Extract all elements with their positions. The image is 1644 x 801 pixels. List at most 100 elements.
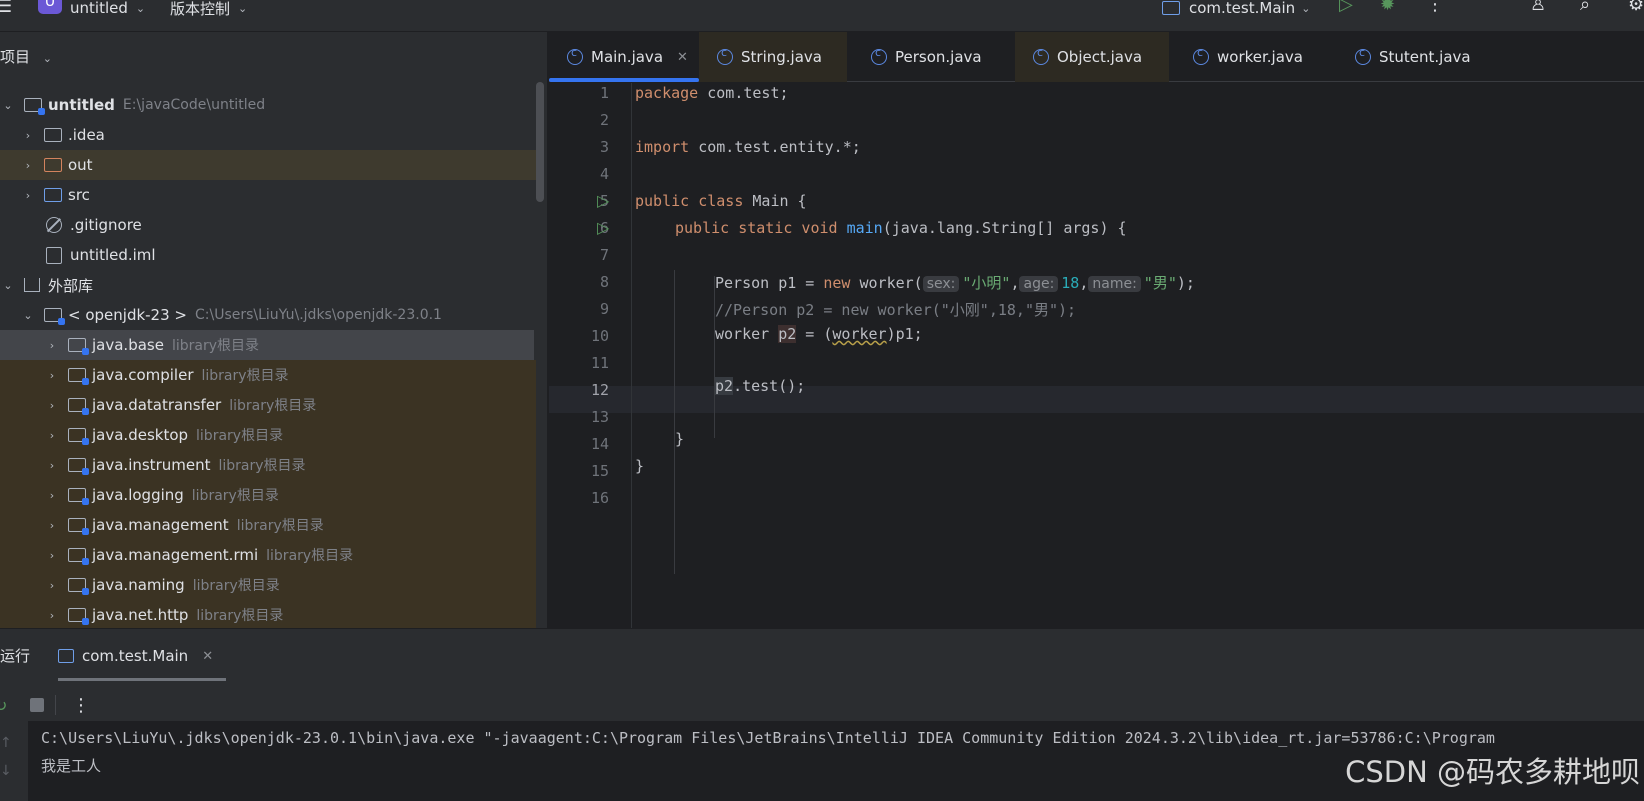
folder-icon xyxy=(44,158,62,172)
main-menu-icon[interactable]: ☰ xyxy=(0,0,12,17)
tree-item-java-datatransfer[interactable]: › java.datatransfer library根目录 xyxy=(0,390,536,420)
line-number: 8 xyxy=(599,273,609,291)
tree-item-java-compiler[interactable]: › java.compiler library根目录 xyxy=(0,360,536,390)
arrow-down-icon[interactable]: ↓ xyxy=(0,757,12,785)
file-icon xyxy=(46,246,62,264)
tree-item-path: C:\Users\LiuYu\.jdks\openjdk-23.0.1 xyxy=(194,307,442,323)
chevron-right-icon: › xyxy=(49,368,55,382)
class-icon xyxy=(567,46,583,65)
tree-item-out[interactable]: › out xyxy=(0,150,536,180)
code-line-14[interactable]: } xyxy=(675,430,684,448)
tree-item-java-instrument[interactable]: › java.instrument library根目录 xyxy=(0,450,536,480)
chevron-down-icon: ⌄ xyxy=(1301,1,1311,15)
project-badge[interactable]: U xyxy=(38,0,62,14)
code-line-6[interactable]: public static void main(java.lang.String… xyxy=(675,219,1127,237)
library-folder-icon xyxy=(68,398,89,415)
code-line-9[interactable]: //Person p2 = new worker("小刚",18,"男"); xyxy=(715,299,1076,320)
method-name: main xyxy=(846,219,883,237)
tab-label: String.java xyxy=(741,48,822,66)
vcs-dropdown[interactable]: 版本控制 ⌄ xyxy=(170,0,247,18)
run-icon[interactable]: ▷ xyxy=(1339,0,1353,15)
run-gutter-icon[interactable]: ▷ xyxy=(597,218,609,237)
library-icon xyxy=(24,278,40,292)
project-name-dropdown[interactable]: untitled ⌄ xyxy=(70,0,145,17)
chevron-right-icon: › xyxy=(25,158,31,172)
tab-label: Object.java xyxy=(1057,48,1143,66)
line-number: 1 xyxy=(599,84,609,102)
tree-item-jdk[interactable]: ⌄ < openjdk-23 > C:\Users\LiuYu\.jdks\op… xyxy=(0,300,536,330)
tab-string-java[interactable]: String.java xyxy=(699,32,847,82)
stop-icon[interactable] xyxy=(30,698,44,712)
folder-icon xyxy=(44,188,62,202)
code-text: com.test; xyxy=(698,84,789,102)
tab-stutent-java[interactable]: Stutent.java xyxy=(1337,32,1497,82)
keyword: public static void xyxy=(675,219,838,237)
line-number: 9 xyxy=(599,300,609,318)
class-icon xyxy=(1033,46,1049,65)
code-line-12[interactable]: p2.test(); xyxy=(715,377,805,395)
tree-item-java-base[interactable]: › java.base library根目录 xyxy=(0,330,534,360)
tree-item-java-naming[interactable]: › java.naming library根目录 xyxy=(0,570,536,600)
arrow-up-icon[interactable]: ↑ xyxy=(0,729,12,757)
tree-item-label: java.base xyxy=(92,336,164,354)
code-line-1[interactable]: package com.test; xyxy=(635,84,789,102)
tab-person-java[interactable]: Person.java xyxy=(853,32,1001,82)
run-tab-label: com.test.Main xyxy=(82,647,189,665)
line-number: 16 xyxy=(590,489,609,507)
tab-object-java[interactable]: Object.java xyxy=(1015,32,1169,82)
tree-item-external-libraries[interactable]: ⌄ 外部库 xyxy=(0,270,536,300)
close-icon[interactable]: ✕ xyxy=(677,50,688,65)
code-line-10[interactable]: worker p2 = (worker)p1; xyxy=(715,325,923,343)
tab-main-java[interactable]: Main.java ✕ xyxy=(549,32,699,82)
tree-item-java-desktop[interactable]: › java.desktop library根目录 xyxy=(0,420,536,450)
chevron-down-icon: ⌄ xyxy=(42,52,53,65)
search-icon[interactable]: ⌕ xyxy=(1580,0,1590,15)
tree-item-src[interactable]: › src xyxy=(0,180,536,210)
line-number: 14 xyxy=(590,435,609,453)
tree-item-secondary: library根目录 xyxy=(236,518,324,534)
code-text: .test(); xyxy=(733,377,806,395)
tree-item-secondary: library根目录 xyxy=(196,428,284,444)
run-config-dropdown[interactable]: com.test.Main ⌄ xyxy=(1162,0,1311,17)
tree-item-iml[interactable]: untitled.iml xyxy=(0,240,536,270)
run-tab-main[interactable]: com.test.Main ✕ xyxy=(58,637,227,681)
project-tree-scrollbar[interactable] xyxy=(536,82,544,202)
tree-item-secondary: library根目录 xyxy=(266,548,354,564)
tree-item-gitignore[interactable]: .gitignore xyxy=(0,210,536,240)
chevron-right-icon: › xyxy=(49,578,55,592)
tree-item-label: java.net.http xyxy=(92,606,189,624)
line-number: 10 xyxy=(590,327,609,345)
toolbar-divider xyxy=(55,695,56,715)
tree-item-label: java.management xyxy=(92,516,229,534)
code-line-8[interactable]: Person p1 = new worker(sex: "小明", age: 18, n… xyxy=(715,272,1195,293)
rerun-icon[interactable]: ↻ xyxy=(0,696,7,715)
keyword: public class xyxy=(635,192,744,210)
library-folder-icon xyxy=(68,338,89,355)
code-line-5[interactable]: public class Main { xyxy=(635,192,807,210)
tab-worker-java[interactable]: worker.java xyxy=(1175,32,1325,82)
code-line-15[interactable]: } xyxy=(635,457,644,475)
tab-label: Person.java xyxy=(895,48,982,66)
line-number: 12 xyxy=(590,381,609,399)
close-icon[interactable]: ✕ xyxy=(202,649,213,664)
tree-item-java-logging[interactable]: › java.logging library根目录 xyxy=(0,480,536,510)
more-options-icon[interactable]: ⋮ xyxy=(72,695,90,716)
debug-icon[interactable]: ✹ xyxy=(1380,0,1395,15)
tree-item-java-net-http[interactable]: › java.net.http library根目录 xyxy=(0,600,536,630)
string-literal: "男" xyxy=(1143,274,1177,292)
project-panel-header[interactable]: 项目 ⌄ xyxy=(0,46,52,67)
tree-item-secondary: library根目录 xyxy=(196,608,284,624)
run-gutter-icon[interactable]: ▷ xyxy=(597,191,609,210)
code-text: , xyxy=(1010,274,1020,292)
tree-item-idea[interactable]: › .idea xyxy=(0,120,536,150)
chevron-right-icon: › xyxy=(49,398,55,412)
settings-icon[interactable]: ⚙ xyxy=(1628,0,1644,15)
code-line-3[interactable]: import com.test.entity.*; xyxy=(635,138,861,156)
more-options-icon[interactable]: ⋮ xyxy=(1426,0,1444,15)
add-user-icon[interactable]: ♙ xyxy=(1530,0,1546,15)
tree-item-untitled[interactable]: ⌄ untitled E:\javaCode\untitled xyxy=(0,90,536,120)
tree-item-label: src xyxy=(68,186,90,204)
tree-item-java-management[interactable]: › java.management library根目录 xyxy=(0,510,536,540)
tree-item-java-management-rmi[interactable]: › java.management.rmi library根目录 xyxy=(0,540,536,570)
code-text: worker( xyxy=(850,274,923,292)
